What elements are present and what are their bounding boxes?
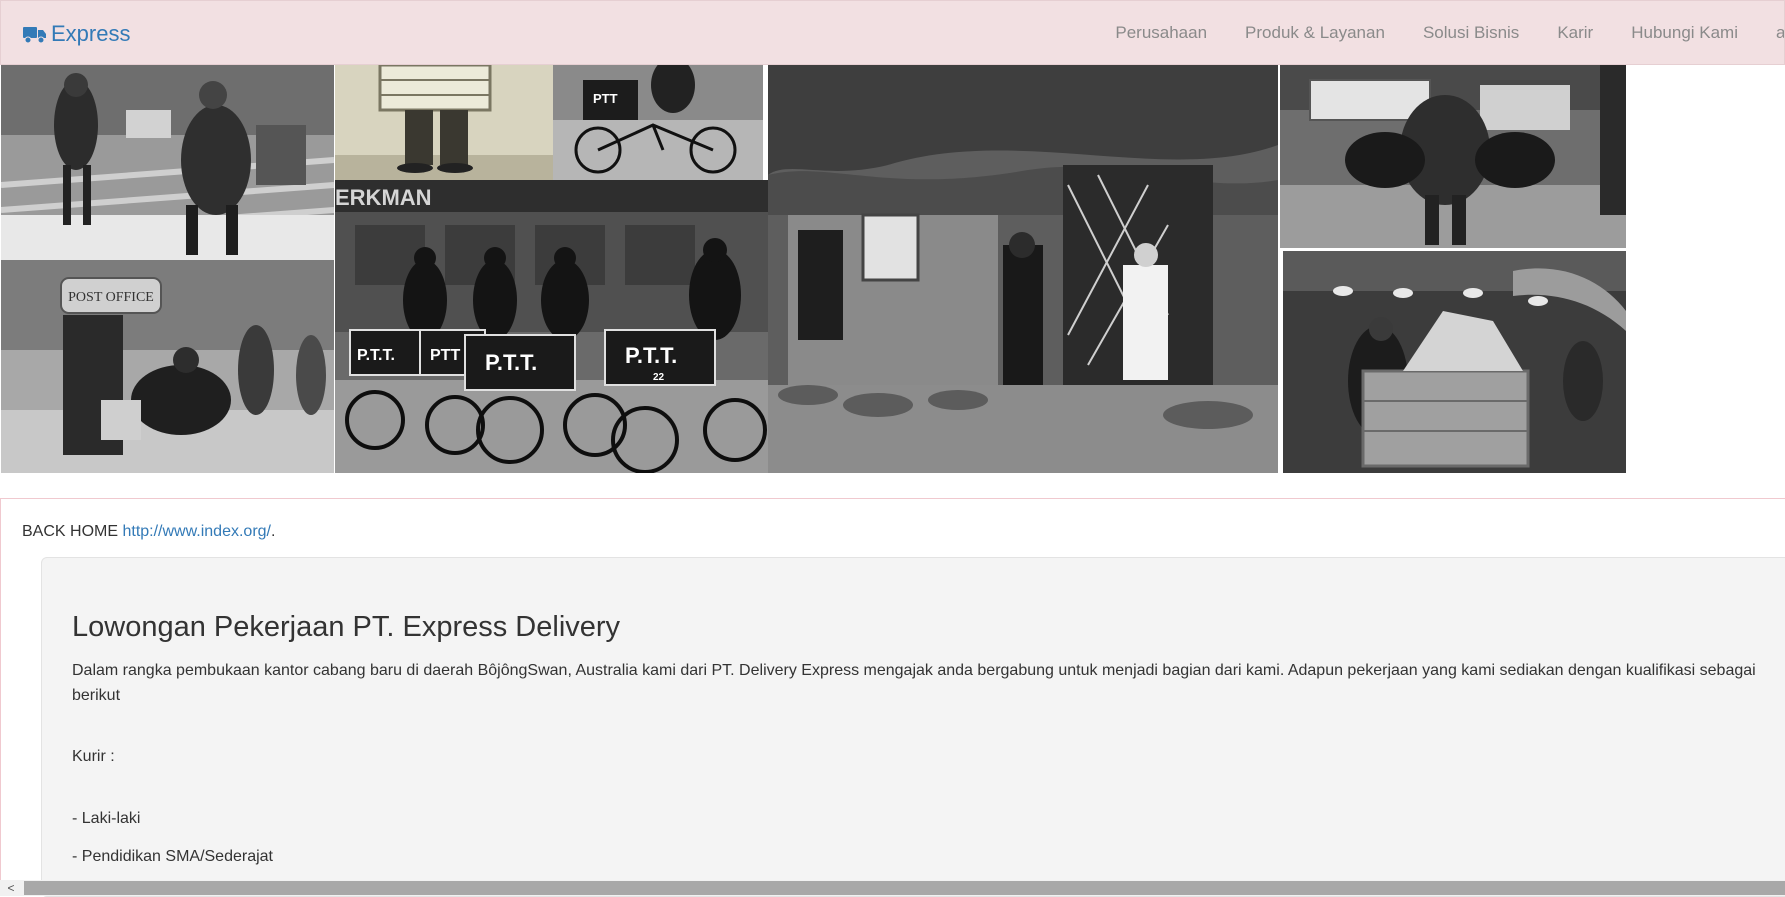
parcel-carrier-photo bbox=[335, 65, 553, 180]
truck-icon bbox=[23, 27, 46, 44]
scroll-left-icon[interactable]: < bbox=[0, 880, 22, 896]
nav-link-karir[interactable]: Karir bbox=[1557, 23, 1593, 43]
content-area: BACK HOME http://www.index.org/. Lowonga… bbox=[0, 498, 1785, 897]
requirement-item: - Pendidikan SMA/Sederajat bbox=[72, 848, 273, 865]
nav-link-hubungi-kami[interactable]: Hubungi Kami bbox=[1631, 23, 1738, 43]
sorting-room-photo bbox=[1283, 251, 1626, 473]
mail-bags-photo bbox=[1280, 65, 1626, 248]
nav-link-perusahaan[interactable]: Perusahaan bbox=[1115, 23, 1207, 43]
scrollbar-thumb[interactable] bbox=[24, 881, 1785, 895]
crate-label-4: P.T.T. bbox=[625, 343, 677, 368]
job-intro: Dalam rangka pembukaan kantor cabang bar… bbox=[72, 662, 1756, 704]
post-office-sign: POST OFFICE bbox=[68, 290, 154, 305]
ptt-cyclists-photo: ERKMAN P.T.T. PTT P.T.T. P.T.T. 22 bbox=[335, 180, 768, 473]
post-office-box-photo: POST OFFICE bbox=[1, 260, 334, 473]
top-navbar: Express Perusahaan Produk & Layanan Solu… bbox=[0, 0, 1785, 65]
ptt-bicycle-photo: PTT bbox=[553, 65, 763, 180]
svg-text:PTT: PTT bbox=[593, 91, 618, 106]
brand-link[interactable]: Express bbox=[23, 20, 130, 48]
job-posting-panel: Lowongan Pekerjaan PT. Express Delivery … bbox=[41, 557, 1785, 897]
nav-links: Perusahaan Produk & Layanan Solusi Bisni… bbox=[1077, 1, 1784, 65]
brand-label: Express bbox=[51, 21, 131, 46]
postman-stairs-photo bbox=[1, 65, 334, 260]
back-home: BACK HOME http://www.index.org/. bbox=[22, 523, 275, 541]
back-home-period: . bbox=[270, 523, 276, 540]
crate-label-1: P.T.T. bbox=[357, 347, 395, 364]
requirement-item: - Laki-laki bbox=[72, 810, 141, 827]
crate-label-2: PTT bbox=[430, 347, 460, 364]
back-home-link[interactable]: http://www.index.org/ bbox=[122, 523, 271, 540]
crate-label-3: P.T.T. bbox=[485, 350, 537, 375]
crate-number: 22 bbox=[653, 372, 665, 383]
building-sign: ERKMAN bbox=[335, 185, 432, 210]
cottage-delivery-photo bbox=[768, 65, 1278, 473]
nav-link-produk-layanan[interactable]: Produk & Layanan bbox=[1245, 23, 1385, 43]
nav-link-overflow[interactable]: a bbox=[1776, 23, 1784, 43]
hero-collage: PTT ERKMAN P.T.T. PTT P.T.T. P.T.T. 22 P… bbox=[0, 65, 1626, 473]
job-title: Lowongan Pekerjaan PT. Express Delivery bbox=[72, 611, 621, 643]
job-position-label: Kurir : bbox=[72, 748, 115, 765]
horizontal-scrollbar[interactable]: < bbox=[0, 880, 1785, 896]
nav-link-solusi-bisnis[interactable]: Solusi Bisnis bbox=[1423, 23, 1519, 43]
back-home-label: BACK HOME bbox=[22, 523, 119, 540]
